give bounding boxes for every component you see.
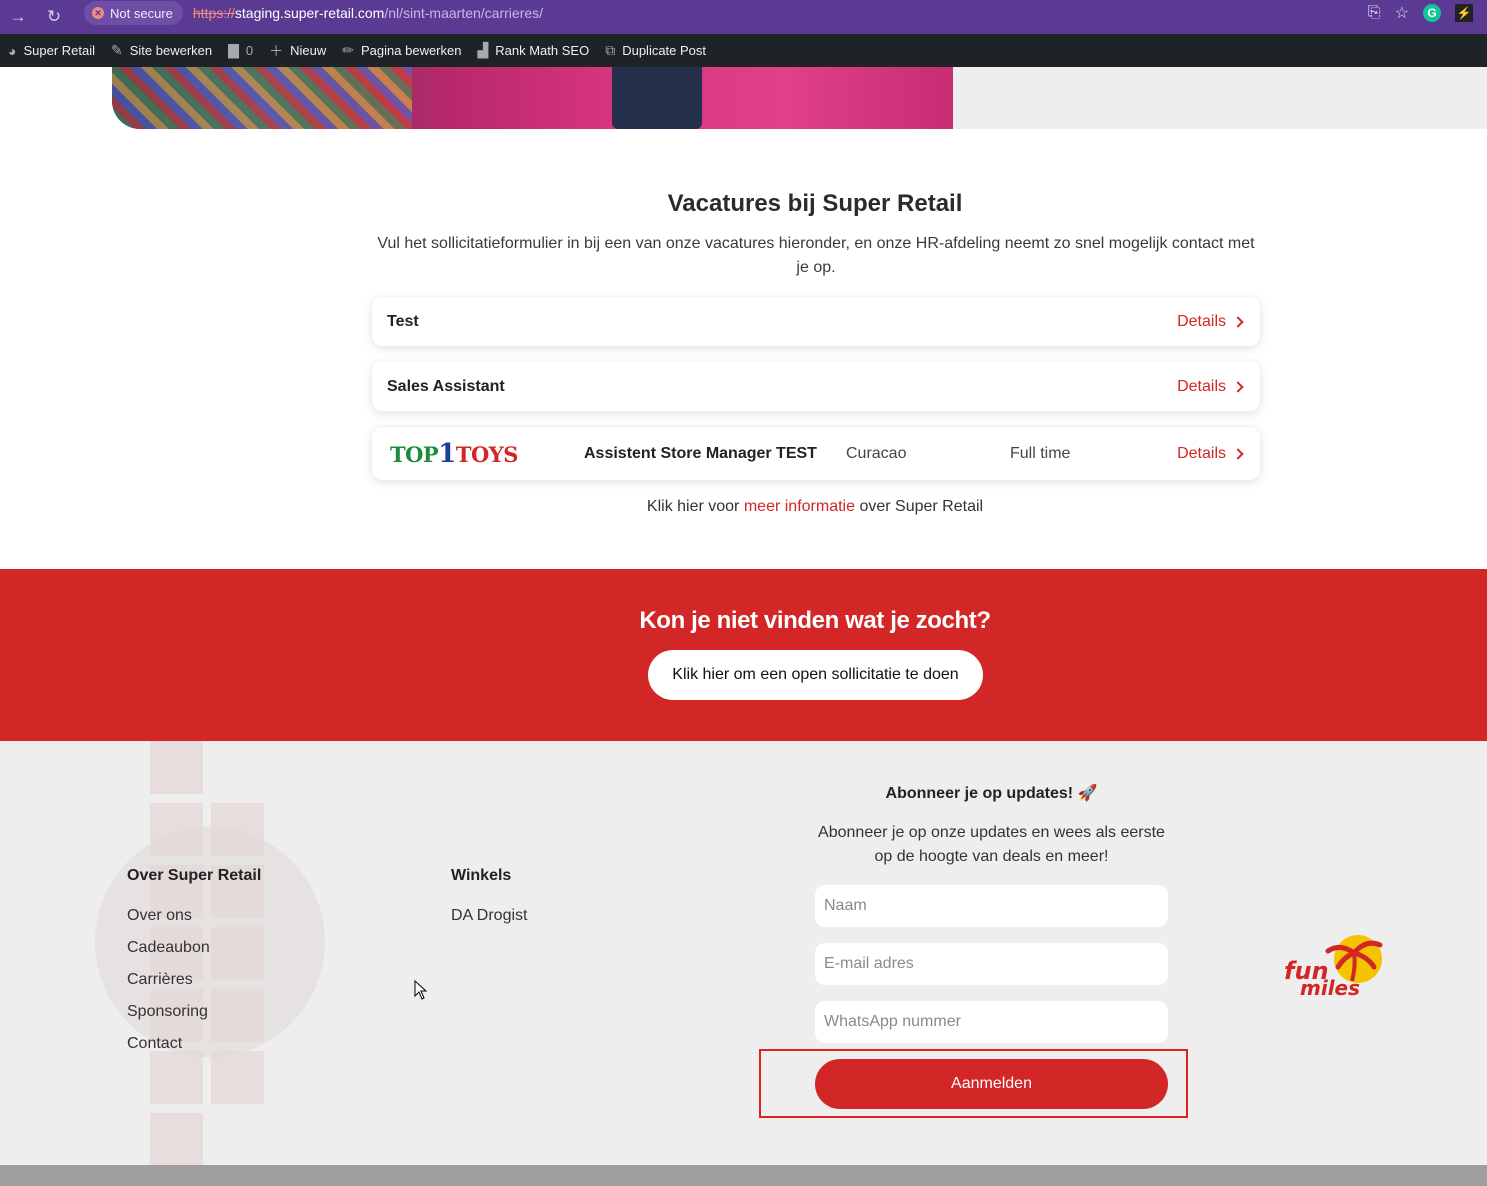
more-info-suffix: over Super Retail (859, 498, 984, 515)
admin-site-name[interactable]: ◕ Super Retail (8, 43, 95, 59)
admin-edit-site[interactable]: ✎ Site bewerken (111, 42, 212, 59)
dashboard-icon: ◕ (8, 42, 17, 59)
footer-bottom-bar (0, 1165, 1487, 1186)
admin-new-label: Nieuw (290, 43, 327, 58)
url-protocol: https:// (192, 5, 235, 21)
grammarly-extension-icon[interactable]: G (1423, 4, 1441, 22)
watermark-block (150, 741, 203, 794)
browser-toolbar: → ↻ ✕ Not secure https://staging.super-r… (0, 0, 1487, 34)
details-label: Details (1177, 444, 1226, 462)
admin-duplicate-post[interactable]: ⧉ Duplicate Post (605, 42, 706, 59)
watermark-block (150, 1113, 203, 1165)
footer-link-da-drogist[interactable]: DA Drogist (451, 907, 527, 925)
vacancies-title: Vacatures bij Super Retail (667, 190, 963, 217)
cta-title: Kon je niet vinden wat je zocht? (639, 607, 991, 634)
address-bar[interactable]: ✕ Not secure https://staging.super-retai… (84, 0, 1400, 26)
more-info-prefix: Klik hier voor (646, 498, 740, 515)
funmiles-logo: fun miles (1284, 935, 1383, 999)
admin-rank-math-label: Rank Math SEO (495, 43, 590, 58)
admin-edit-page[interactable]: ✏ Pagina bewerken (342, 42, 461, 59)
footer: Over Super Retail Over ons Cadeaubon Car… (0, 741, 1487, 1165)
job-type: Full time (1010, 444, 1071, 462)
job-card[interactable]: Sales Assistant Details (372, 362, 1260, 411)
watermark-block (211, 1051, 264, 1104)
vacancies-intro: Vul het sollicitatieformulier in bij een… (377, 235, 1255, 276)
job-title: Sales Assistant (387, 377, 505, 395)
pencil-icon: ✏ (342, 42, 355, 58)
watermark-block (150, 1051, 203, 1104)
job-card[interactable]: TOP1TOYS Assistent Store Manager TEST Cu… (372, 427, 1260, 480)
footer-link-carrieres[interactable]: Carrières (127, 971, 193, 989)
footer-link-over-ons[interactable]: Over ons (127, 907, 192, 925)
plus-icon: ＋ (269, 42, 284, 59)
url-path: /nl/sint-maarten/carrieres/ (384, 5, 544, 21)
watermark-block (211, 989, 264, 1042)
subscribe-text: Abonneer je op onze updates en wees als … (818, 824, 1165, 865)
footer-link-sponsoring[interactable]: Sponsoring (127, 1003, 208, 1021)
watermark-block (150, 803, 203, 856)
forward-icon[interactable]: → (0, 7, 36, 27)
watermark-block (211, 927, 264, 980)
more-info-text: Klik hier voor meer informatie over Supe… (0, 498, 1487, 516)
highlight-box (759, 1049, 1188, 1118)
duplicate-icon: ⧉ (605, 42, 616, 58)
job-title: Assistent Store Manager TEST (584, 444, 817, 462)
comment-icon: ▇ (228, 42, 239, 58)
admin-duplicate-label: Duplicate Post (622, 43, 707, 58)
job-details-link[interactable]: Details (1177, 444, 1244, 463)
translate-icon[interactable]: ⎘ (1368, 4, 1381, 22)
footer-col1-title: Over Super Retail (127, 867, 262, 884)
url-host: staging.super-retail.com (234, 5, 385, 21)
watermark-block (211, 803, 264, 856)
footer-col2-title: Winkels (451, 867, 512, 884)
admin-edit-site-label: Site bewerken (129, 43, 213, 58)
name-field[interactable] (815, 885, 1168, 927)
top1toys-logo: TOP1TOYS (390, 438, 518, 469)
job-details-link[interactable]: Details (1177, 312, 1244, 331)
details-label: Details (1177, 312, 1226, 330)
extension-icon[interactable]: ⚡ (1455, 4, 1473, 22)
hero-image (112, 67, 953, 129)
open-application-button[interactable]: Klik hier om een open sollicitatie te do… (648, 650, 983, 700)
security-label: Not secure (110, 5, 173, 21)
comments-count: 0 (245, 43, 254, 58)
footer-link-cadeaubon[interactable]: Cadeaubon (127, 939, 210, 957)
job-card[interactable]: Test Details (372, 297, 1260, 346)
admin-site-name-label: Super Retail (23, 43, 96, 58)
more-info-link[interactable]: meer informatie (744, 498, 855, 515)
hero-image-candy (112, 67, 412, 129)
job-details-link[interactable]: Details (1177, 377, 1244, 396)
email-field[interactable] (815, 943, 1168, 985)
subscribe-title: Abonneer je op updates! 🚀 (885, 785, 1098, 802)
hero-section (0, 67, 1487, 129)
svg-text:miles: miles (1300, 976, 1360, 999)
url-text[interactable]: https://staging.super-retail.com/nl/sint… (193, 5, 543, 21)
hero-image-person (612, 67, 702, 129)
chevron-right-icon (1232, 380, 1244, 393)
admin-comments[interactable]: ▇ 0 (228, 42, 253, 59)
hero-side-panel (953, 67, 1487, 129)
admin-edit-page-label: Pagina bewerken (361, 43, 462, 58)
chevron-right-icon (1232, 447, 1244, 460)
job-title: Test (387, 312, 419, 330)
wp-admin-bar: ◕ Super Retail ✎ Site bewerken ▇ 0 ＋ Nieuw ✏… (0, 34, 1487, 67)
chevron-right-icon (1232, 315, 1244, 328)
job-location: Curacao (846, 444, 907, 462)
bookmark-star-icon[interactable]: ☆ (1395, 3, 1409, 23)
warning-icon: ✕ (92, 7, 104, 19)
open-application-cta: Kon je niet vinden wat je zocht? Klik hi… (0, 569, 1487, 741)
reload-icon[interactable]: ↻ (36, 7, 72, 27)
footer-link-contact[interactable]: Contact (127, 1035, 182, 1053)
brush-icon: ✎ (111, 42, 123, 58)
admin-new[interactable]: ＋ Nieuw (269, 41, 326, 61)
details-label: Details (1177, 377, 1226, 395)
whatsapp-field[interactable] (815, 1001, 1168, 1043)
mouse-cursor-icon (414, 980, 428, 1000)
admin-rank-math[interactable]: ▟ Rank Math SEO (477, 42, 589, 59)
security-chip[interactable]: ✕ Not secure (84, 1, 183, 25)
rank-math-icon: ▟ (477, 42, 489, 58)
